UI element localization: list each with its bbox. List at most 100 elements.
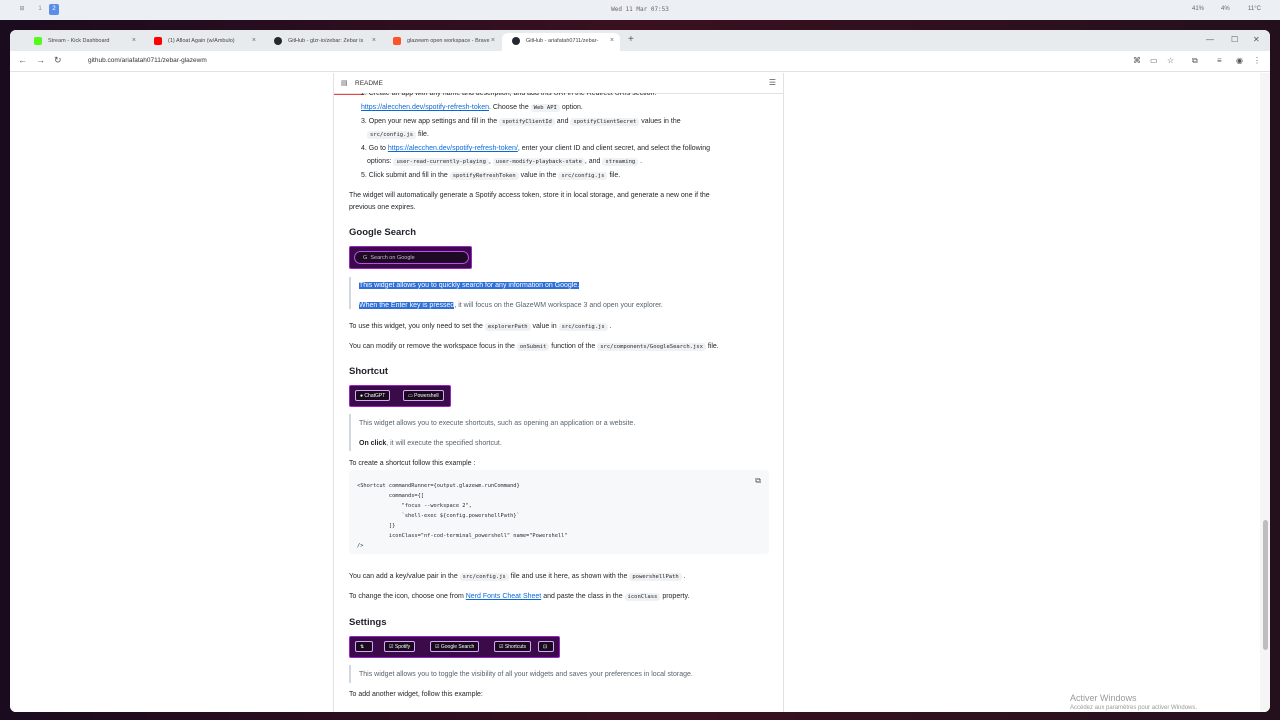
text: file.	[418, 131, 429, 138]
blockquote-bar	[349, 665, 351, 683]
pill-label: ChatGPT	[364, 393, 386, 399]
text: , it will focus on the GlazeWM workspace…	[454, 302, 663, 309]
nerd-fonts-link[interactable]: Nerd Fonts Cheat Sheet	[466, 593, 542, 600]
reload-icon[interactable]: ↻	[54, 55, 62, 66]
shortcuts-toggle-pill: ☑ Shortcuts	[494, 641, 531, 652]
new-tab-icon[interactable]: +	[628, 34, 634, 45]
volume-status: 4%	[1221, 6, 1230, 12]
readme-header: ▤ README ☰	[334, 73, 783, 94]
search-preview-box: G Search on Google	[354, 251, 469, 264]
paragraph: To add another widget, follow this examp…	[349, 691, 483, 698]
inline-code: src/config.js	[367, 131, 417, 139]
text: value in the	[520, 172, 557, 179]
text: To use this widget, you only need to set…	[349, 323, 483, 330]
text: file.	[707, 343, 719, 350]
extensions-icon[interactable]: ⧉	[1192, 56, 1198, 66]
text: , it will execute the specified shortcut…	[386, 440, 502, 447]
windows-activation-watermark: Activer Windows Accédez aux paramètres p…	[1070, 693, 1197, 711]
powershell-shortcut-pill: ▭ Powershell	[403, 390, 444, 401]
text: To change the icon, choose one from	[349, 593, 464, 600]
inline-code: spotifyClientSecret	[570, 118, 640, 126]
spotify-refresh-token-link[interactable]: https://alecchen.dev/spotify-refresh-tok…	[388, 145, 518, 152]
settings-toggle-icon: ⇅	[355, 641, 373, 652]
outline-icon[interactable]: ☰	[769, 78, 776, 87]
paragraph: The widget will automatically generate a…	[349, 192, 710, 199]
code-line: />	[357, 543, 364, 549]
tab-brave-search[interactable]: glazewm open workspace - Brave ×	[383, 33, 501, 51]
github-favicon-icon	[512, 37, 520, 45]
youtube-favicon-icon	[154, 37, 162, 45]
tab-title: GitHub - glzr-io/zebar: Zebar is	[288, 38, 364, 44]
close-tab-icon[interactable]: ×	[372, 37, 376, 44]
text: option.	[561, 104, 583, 111]
address-bar[interactable]: github.com/ariafatah0711/zebar-glazewm	[88, 57, 207, 64]
os-topbar: ⊞ 1 2 Wed 11 Mar 07:53 41% 4% 11°C	[0, 0, 1280, 20]
maximize-icon[interactable]: ☐	[1231, 35, 1238, 44]
text: file and use it here, as shown with the	[510, 573, 628, 580]
close-tab-icon[interactable]: ×	[491, 37, 495, 44]
watermark-title: Activer Windows	[1070, 693, 1137, 703]
text: values in the	[641, 118, 681, 125]
minimize-icon[interactable]: —	[1206, 35, 1214, 44]
tab-title: GitHub - ariafatah0711/zebar-	[526, 38, 599, 44]
blockquote-bar	[349, 277, 351, 309]
bookmark-star-icon[interactable]: ☆	[1167, 56, 1174, 65]
paragraph: To create a shortcut follow this example…	[349, 460, 476, 467]
list-item: 3. Open your new app settings and fill i…	[361, 117, 681, 127]
close-window-icon[interactable]: ✕	[1253, 35, 1260, 44]
pill-label: Spotify	[394, 644, 411, 650]
profile-icon[interactable]: ◉	[1236, 56, 1243, 65]
tab-kick[interactable]: Stream - Kick Dashboard ×	[24, 33, 142, 51]
scrollbar[interactable]	[1260, 73, 1270, 712]
code-line: "focus --workspace 2",	[357, 503, 472, 509]
pill-label: Google Search	[440, 644, 475, 650]
browser-window: Stream - Kick Dashboard × (1) Afloat Aga…	[10, 30, 1270, 712]
text: options:	[367, 158, 392, 165]
tab-github-zebar[interactable]: GitHub - glzr-io/zebar: Zebar is ×	[264, 33, 382, 51]
code-line: commands={[	[357, 493, 424, 499]
inline-code: user-read-currently-playing	[393, 158, 489, 166]
forward-icon[interactable]: →	[36, 55, 45, 65]
close-tab-icon[interactable]: ×	[252, 37, 256, 44]
text: 3. Open your new app settings and fill i…	[361, 118, 498, 125]
code-block[interactable]: ⧉ <Shortcut commandRunner={output.glazew…	[349, 470, 769, 554]
scroll-marker	[334, 94, 364, 95]
translate-icon[interactable]: ⌘	[1133, 56, 1141, 65]
kick-favicon-icon	[34, 37, 42, 45]
quote-line: When the Enter key is pressed, it will f…	[359, 301, 663, 311]
close-tab-icon[interactable]: ×	[132, 37, 136, 44]
settings-preview: ⇅ ☑ Spotify ☑ Google Search ☑ Shortcuts …	[349, 636, 560, 658]
tab-github-active[interactable]: GitHub - ariafatah0711/zebar- ×	[502, 33, 620, 51]
scrollbar-thumb[interactable]	[1263, 520, 1268, 650]
list-item: 5. Click submit and fill in the spotifyR…	[361, 171, 620, 181]
media-icon[interactable]: ≡	[1217, 56, 1222, 65]
list-item-cont: src/config.js file.	[367, 130, 429, 140]
heading-google-search: Google Search	[349, 227, 417, 238]
close-tab-icon[interactable]: ×	[610, 37, 614, 44]
text: file.	[609, 172, 621, 179]
inline-code: user-modify-playback-state	[492, 158, 585, 166]
text: property.	[662, 593, 690, 600]
paragraph: To use this widget, you only need to set…	[349, 323, 612, 331]
pill-label: Powershell	[414, 393, 439, 399]
back-icon[interactable]: ←	[18, 55, 27, 65]
cast-icon[interactable]: ▭	[1150, 56, 1158, 65]
text: and paste the class in the	[543, 593, 623, 600]
menu-icon[interactable]: ⋮	[1253, 56, 1261, 65]
inline-code: src/components/GoogleSearch.jsx	[597, 343, 706, 351]
inline-code: onSubmit	[516, 343, 550, 351]
inline-code: spotifyRefreshToken	[449, 172, 519, 180]
readme-label: README	[355, 80, 383, 87]
tab-youtube[interactable]: (1) Afloat Again (w/Ambulo) ×	[144, 33, 262, 51]
text: value in	[532, 323, 557, 330]
copy-icon[interactable]: ⧉	[755, 476, 761, 486]
text: You can add a key/value pair in the	[349, 573, 458, 580]
spotify-toggle-pill: ☑ Spotify	[384, 641, 416, 652]
google-toggle-pill: ☑ Google Search	[430, 641, 480, 652]
watermark-subtitle: Accédez aux paramètres pour activer Wind…	[1070, 705, 1198, 711]
chatgpt-shortcut-pill: ● ChatGPT	[355, 390, 391, 401]
search-placeholder: Search on Google	[370, 255, 415, 261]
weather-status: 11°C	[1248, 6, 1261, 12]
spotify-token-link[interactable]: https://alecchen.dev/spotify-refresh-tok…	[361, 104, 489, 111]
quote-line: This widget allows you to quickly search…	[359, 281, 580, 291]
